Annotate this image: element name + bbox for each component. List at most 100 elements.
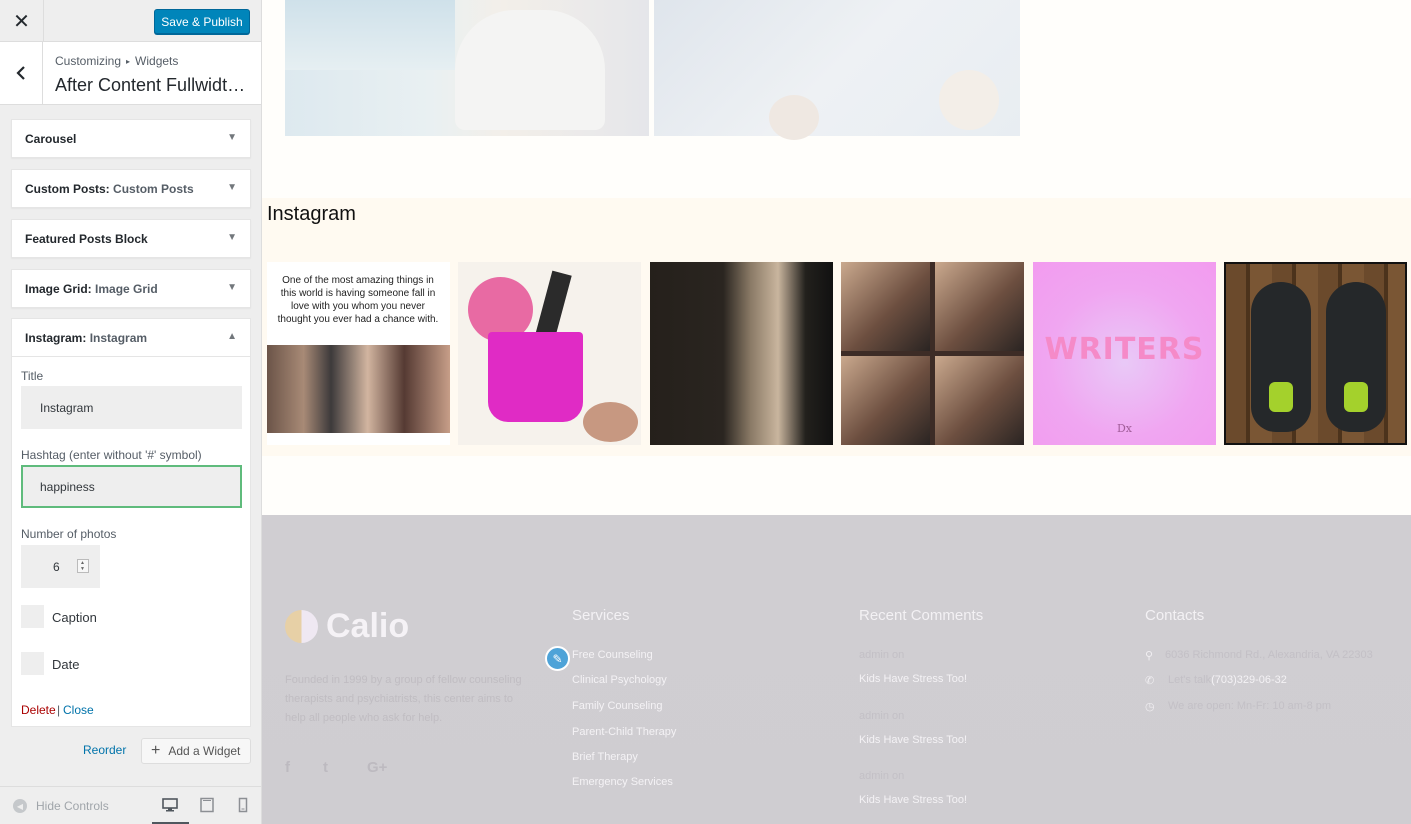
image-grid-photo-hands[interactable] [654, 0, 1020, 140]
caption-label: Caption [52, 610, 97, 625]
photo-face [769, 95, 819, 140]
photo-word-text: WRITERS [1044, 332, 1205, 367]
edit-shortcut-pencil-icon[interactable]: ✎ [545, 646, 570, 671]
chevron-left-icon [16, 66, 25, 80]
back-button[interactable] [0, 42, 43, 104]
widget-title: Custom Posts: Custom Posts [25, 182, 194, 196]
breadcrumb-separator: ▸ [126, 57, 131, 66]
photo-mug [488, 332, 583, 422]
widget-title: Image Grid: Image Grid [25, 282, 158, 296]
add-widget-button[interactable]: + Add a Widget [141, 738, 251, 764]
instagram-photo-6[interactable] [1224, 262, 1407, 445]
customizer-footer: ◀ Hide Controls [0, 786, 261, 824]
contacts-heading: Contacts [1145, 607, 1205, 624]
breadcrumb: Customizing ▸ Widgets [55, 54, 178, 68]
link-separator: | [57, 703, 61, 717]
instagram-widget-section: Instagram One of the most amazing things… [262, 198, 1411, 456]
service-link[interactable]: Parent-Child Therapy [572, 726, 676, 738]
instagram-heading: Instagram [267, 203, 356, 225]
instagram-photo-1[interactable]: One of the most amazing things in this w… [267, 262, 450, 445]
close-customizer-button[interactable]: ✕ [0, 0, 44, 42]
reorder-link[interactable]: Reorder [83, 743, 126, 757]
widget-custom-posts[interactable]: Custom Posts: Custom Posts ▼ [11, 169, 251, 208]
section-info: Customizing ▸ Widgets After Content Fullwi… [0, 42, 261, 105]
instagram-photo-5[interactable]: WRITERS Dx [1033, 262, 1216, 445]
hashtag-field-label: Hashtag (enter without '#' symbol) [21, 448, 202, 462]
add-widget-label: Add a Widget [168, 744, 241, 758]
delete-widget-link[interactable]: Delete [21, 703, 56, 717]
widget-instagram-expanded: Instagram: Instagram ▲ Title Instagram H… [11, 318, 251, 727]
widget-title: Instagram: Instagram [25, 331, 148, 345]
customizer-header: ✕ Save & Publish [0, 0, 261, 42]
comment-post-link[interactable]: Kids Have Stress Too! [859, 734, 967, 746]
footer-about-text: Founded in 1999 by a group of fellow cou… [285, 674, 522, 724]
services-heading: Services [572, 607, 630, 624]
widget-featured-posts[interactable]: Featured Posts Block ▼ [11, 219, 251, 258]
service-link[interactable]: Clinical Psychology [572, 674, 667, 686]
service-link[interactable]: Brief Therapy [572, 751, 638, 763]
title-field[interactable]: Instagram [21, 386, 242, 429]
widget-carousel[interactable]: Carousel ▼ [11, 119, 251, 158]
desktop-icon [162, 798, 178, 812]
hide-controls-label: Hide Controls [36, 799, 109, 813]
photo-signature: Dx [1116, 422, 1133, 435]
image-grid-photo-beach[interactable] [285, 0, 649, 136]
expand-arrow-icon: ▼ [227, 132, 237, 143]
mobile-icon [238, 797, 248, 813]
instagram-photo-2[interactable] [458, 262, 641, 445]
phone-icon: ✆ [1145, 675, 1155, 687]
comment-post-link[interactable]: Kids Have Stress Too! [859, 794, 967, 806]
service-link[interactable]: Family Counseling [572, 700, 662, 712]
contact-phone: Let's talk(703)329-06-32 [1168, 674, 1287, 686]
contact-address: 6036 Richmond Rd., Alexandria, VA 22303 [1165, 649, 1373, 661]
tablet-icon [200, 797, 214, 813]
photo-person [455, 10, 605, 130]
photos-count-label: Number of photos [21, 527, 117, 541]
site-preview: Instagram One of the most amazing things… [262, 0, 1411, 824]
preview-desktop-button[interactable] [160, 795, 180, 815]
collapse-icon: ◀ [13, 799, 27, 813]
comment-meta: admin on [859, 710, 905, 722]
twitter-icon[interactable]: t [323, 759, 328, 776]
facebook-icon[interactable]: f [285, 759, 290, 776]
section-title: After Content Fullwidth ... [55, 75, 255, 95]
recent-comments-heading: Recent Comments [859, 607, 984, 624]
expand-arrow-icon: ▼ [227, 182, 237, 193]
hide-controls-button[interactable]: ◀ Hide Controls [13, 799, 109, 813]
phone-number[interactable]: (703)329-06-32 [1211, 674, 1287, 686]
expand-arrow-icon: ▼ [227, 232, 237, 243]
hashtag-field[interactable]: happiness [21, 465, 242, 508]
widget-instagram-header[interactable]: Instagram: Instagram ▲ [12, 319, 250, 357]
footer-logo[interactable]: Calio [285, 607, 409, 646]
widget-title: Featured Posts Block [25, 232, 148, 246]
save-publish-button[interactable]: Save & Publish [154, 9, 250, 34]
instagram-photo-3[interactable] [650, 262, 833, 445]
logo-mark-icon [285, 610, 318, 643]
preview-tablet-button[interactable] [197, 795, 217, 815]
google-plus-icon[interactable]: G+ [367, 759, 387, 776]
stepper-arrows[interactable]: ▲ ▼ [77, 559, 89, 573]
date-checkbox[interactable] [21, 652, 44, 675]
comment-meta: admin on [859, 649, 905, 661]
service-link[interactable]: Emergency Services [572, 776, 673, 788]
photo-quote-text: One of the most amazing things in this w… [277, 275, 439, 325]
comment-post-link[interactable]: Kids Have Stress Too! [859, 673, 967, 685]
service-link[interactable]: Free Counseling [572, 649, 653, 661]
breadcrumb-section: Widgets [135, 54, 179, 68]
comment-meta: admin on [859, 770, 905, 782]
caption-checkbox[interactable] [21, 605, 44, 628]
clock-icon: ◷ [1145, 701, 1155, 713]
chevron-down-icon[interactable]: ▼ [80, 566, 85, 572]
preview-mobile-button[interactable] [233, 795, 253, 815]
photo-grid-cell [935, 262, 1024, 351]
photo-sea [285, 0, 455, 70]
photos-count-value: 6 [53, 560, 60, 574]
widget-image-grid[interactable]: Image Grid: Image Grid ▼ [11, 269, 251, 308]
close-widget-link[interactable]: Close [63, 703, 94, 717]
instagram-photo-4[interactable] [841, 262, 1024, 445]
photos-count-stepper[interactable]: 6 ▲ ▼ [21, 545, 100, 588]
site-footer: Calio Founded in 1999 by a group of fell… [262, 515, 1411, 824]
photo-grid-cell [841, 262, 930, 351]
photo-grid-cell [935, 356, 1024, 445]
logo-text: Calio [326, 607, 410, 645]
